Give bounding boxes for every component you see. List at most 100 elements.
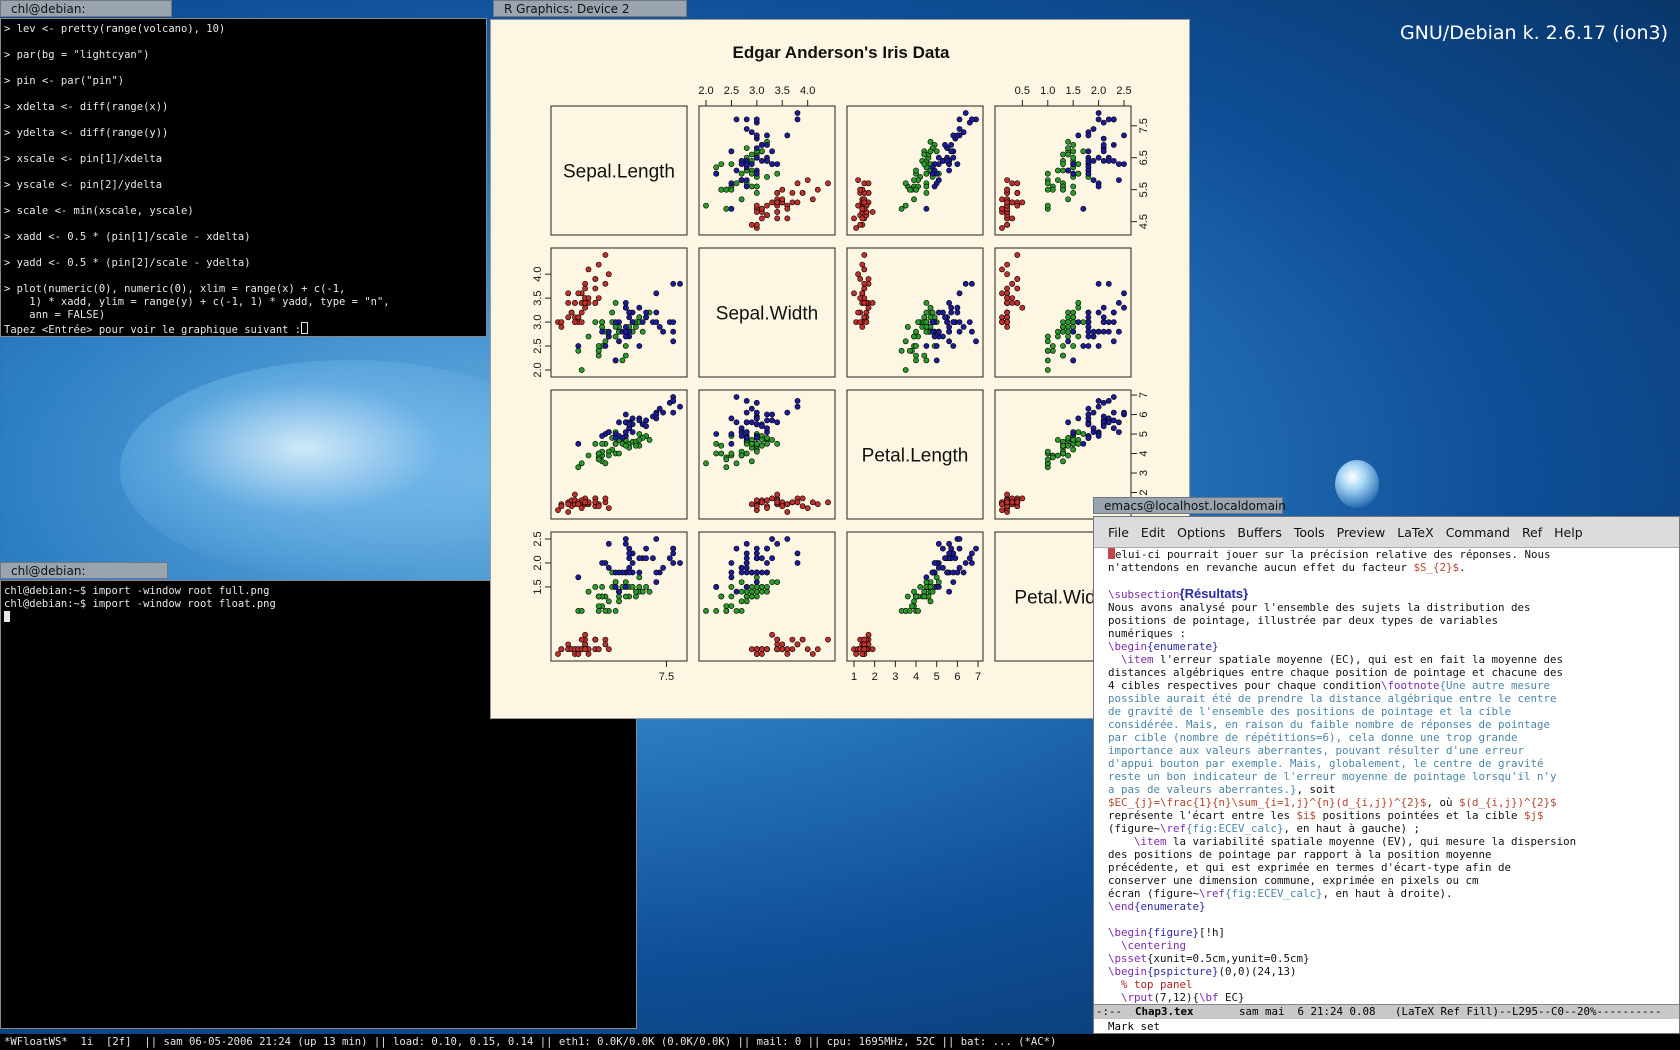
data-point-virginica xyxy=(1110,319,1117,325)
data-point-setosa xyxy=(784,205,791,212)
menu-options[interactable]: Options xyxy=(1171,525,1231,540)
data-point-setosa xyxy=(863,309,870,316)
data-point-versicolor xyxy=(738,598,745,605)
modeline-buffer-name: Chap3.tex xyxy=(1135,1005,1194,1018)
data-point-setosa xyxy=(1004,186,1010,193)
menu-file[interactable]: File xyxy=(1102,525,1135,540)
data-point-virginica xyxy=(774,540,781,547)
term2-title-tab[interactable]: chl@debian: /home/chl<2> xyxy=(0,562,168,595)
data-point-setosa xyxy=(863,319,870,325)
data-point-virginica xyxy=(939,545,946,552)
term1-line-gap xyxy=(4,140,483,153)
data-point-virginica xyxy=(733,419,740,426)
data-point-setosa xyxy=(809,651,816,657)
menu-buffers[interactable]: Buffers xyxy=(1231,525,1287,540)
menu-ref[interactable]: Ref xyxy=(1516,525,1548,540)
emacs-minibuffer[interactable]: Mark set xyxy=(1094,1019,1679,1033)
data-point-virginica xyxy=(950,319,957,325)
data-point-virginica xyxy=(946,540,952,547)
text: , soit xyxy=(1296,783,1336,796)
data-point-virginica xyxy=(753,550,760,557)
data-point-versicolor xyxy=(902,338,909,345)
data-point-setosa xyxy=(1014,499,1021,506)
data-point-setosa xyxy=(605,505,612,511)
data-point-versicolor xyxy=(1075,304,1082,311)
data-point-versicolor xyxy=(632,323,639,330)
tick-label: 3 xyxy=(1138,470,1150,476)
data-point-versicolor xyxy=(748,458,755,465)
data-point-versicolor xyxy=(1044,333,1051,340)
data-point-setosa xyxy=(595,261,602,268)
data-point-virginica xyxy=(1095,309,1102,316)
data-point-virginica xyxy=(960,569,967,576)
data-point-virginica xyxy=(643,314,649,321)
data-point-virginica xyxy=(1100,319,1107,325)
data-point-virginica xyxy=(764,132,770,139)
data-point-virginica xyxy=(626,569,633,576)
data-point-versicolor xyxy=(585,452,592,459)
data-point-versicolor xyxy=(1065,434,1071,441)
menu-latex[interactable]: LaTeX xyxy=(1391,525,1439,540)
data-point-versicolor xyxy=(718,593,725,600)
data-point-virginica xyxy=(748,129,755,136)
data-point-setosa xyxy=(1014,180,1021,187)
latex-command: \end xyxy=(1108,900,1135,913)
data-point-setosa xyxy=(999,319,1005,325)
menu-preview[interactable]: Preview xyxy=(1331,525,1392,540)
menu-tools[interactable]: Tools xyxy=(1288,525,1331,540)
data-point-virginica xyxy=(743,161,750,167)
data-point-virginica xyxy=(612,357,619,364)
latex-command: \ref xyxy=(1160,822,1187,835)
emacs-title-tab[interactable]: emacs@localhost.localdomain xyxy=(1093,497,1286,514)
data-point-setosa xyxy=(1004,491,1010,498)
data-point-versicolor xyxy=(1049,343,1056,349)
data-point-virginica xyxy=(733,394,740,400)
buffer-line: Nous avons analysé pour l'ensemble des s… xyxy=(1108,601,1531,614)
data-point-setosa xyxy=(582,631,588,638)
data-point-virginica xyxy=(738,177,745,183)
wm-statusbar: *WFloatWS* 1i [2f] || sam 06-05-2006 21:… xyxy=(0,1034,1680,1050)
data-point-versicolor xyxy=(723,186,730,193)
menu-help[interactable]: Help xyxy=(1548,525,1589,540)
data-point-versicolor xyxy=(906,608,913,614)
data-point-virginica xyxy=(1090,177,1097,183)
menu-command[interactable]: Command xyxy=(1440,525,1516,540)
data-point-versicolor xyxy=(743,145,750,152)
data-point-setosa xyxy=(595,295,602,301)
data-point-setosa xyxy=(578,319,585,325)
modeline-info: sam mai 6 21:24 0.08 (LaTeX Ref Fill)--L… xyxy=(1193,1005,1662,1018)
data-point-setosa xyxy=(861,199,868,206)
data-point-virginica xyxy=(1095,328,1102,335)
data-point-versicolor xyxy=(718,442,725,449)
data-point-versicolor xyxy=(921,314,928,321)
menu-edit[interactable]: Edit xyxy=(1135,525,1171,540)
data-point-versicolor xyxy=(1055,167,1061,174)
term1-title-tab[interactable]: chl@debian: /home/chl<3> xyxy=(0,0,172,33)
tick-label: 1.5 xyxy=(532,579,544,594)
data-point-versicolor xyxy=(927,148,934,155)
buffer-line: \end{enumerate} xyxy=(1094,900,1679,913)
data-point-virginica xyxy=(599,328,605,335)
term1-line-gap xyxy=(4,88,483,101)
data-point-virginica xyxy=(1110,309,1117,316)
buffer-line: écran (figure~\ref{fig:ECEV_calc}, en ha… xyxy=(1094,887,1679,900)
data-point-virginica xyxy=(1105,157,1112,164)
term1-window[interactable]: > lev <- pretty(range(volcano), 10) > par… xyxy=(0,18,487,337)
data-point-setosa xyxy=(753,646,760,653)
data-point-setosa xyxy=(855,309,861,316)
data-point-versicolor xyxy=(595,603,602,609)
emacs-window[interactable]: File Edit Options Buffers Tools Preview LaTeX C… xyxy=(1093,516,1680,1034)
data-point-virginica xyxy=(929,319,936,325)
data-point-versicolor xyxy=(639,588,646,595)
rgraphics-window[interactable]: Edgar Anderson's Iris Data Sepal.Length Se… xyxy=(490,19,1190,719)
data-point-versicolor xyxy=(1055,452,1061,459)
data-point-virginica xyxy=(1070,357,1077,364)
buffer-line: positions de pointage, illustrée par deu… xyxy=(1108,614,1499,627)
data-point-versicolor xyxy=(733,180,740,187)
emacs-buffer[interactable]: elui-ci pourrait jouer sur la précision … xyxy=(1094,548,1679,1004)
data-point-versicolor xyxy=(738,452,745,459)
data-point-virginica xyxy=(660,564,666,571)
rgraphics-title-tab[interactable]: R Graphics: Device 2 (ACTIVE) xyxy=(493,0,687,33)
data-point-virginica xyxy=(1065,167,1071,174)
data-point-virginica xyxy=(956,545,963,552)
